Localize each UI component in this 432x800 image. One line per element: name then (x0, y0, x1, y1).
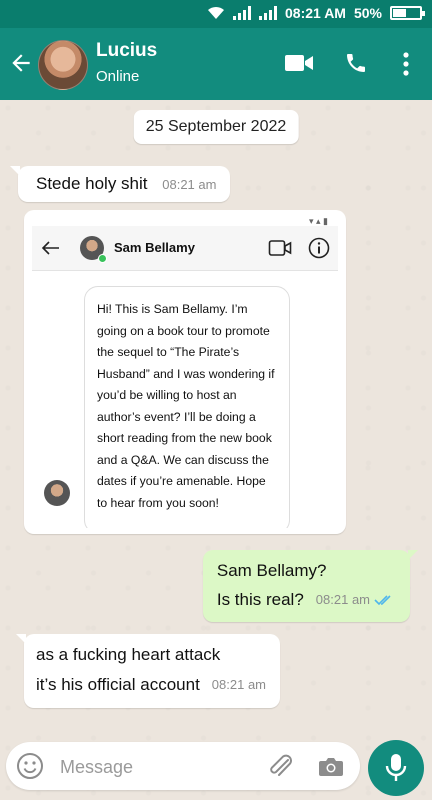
battery-percent: 50% (353, 5, 382, 21)
incoming-message[interactable]: Stede holy shit 08:21 am (9, 166, 231, 202)
screenshot-message: Hi! This is Sam Bellamy. I’m going on a … (84, 286, 290, 528)
chat-area[interactable]: 25 September 2022 Stede holy shit 08:21 … (0, 100, 432, 800)
camera-icon[interactable] (318, 756, 344, 778)
message-text: Stede holy shit (36, 174, 148, 193)
screenshot-contact-name: Sam Bellamy (114, 240, 195, 255)
screenshot-header: Sam Bellamy (32, 226, 338, 271)
signal-icon (233, 6, 252, 20)
message-time: 08:21 am (162, 177, 217, 192)
message-line: as a fucking heart attack (36, 645, 221, 664)
back-arrow-icon[interactable] (8, 50, 34, 76)
contact-status: Online (96, 68, 140, 85)
screenshot-video-icon (268, 240, 292, 256)
screenshot-back-arrow-icon (41, 241, 59, 255)
mic-icon (385, 754, 407, 781)
message-line: Is this real? (216, 590, 304, 609)
more-icon[interactable] (402, 52, 410, 76)
chat-header: Lucius Online (0, 28, 432, 100)
video-call-icon[interactable] (284, 52, 314, 74)
message-composer (6, 742, 360, 790)
message-time: 08:21 am (315, 592, 370, 607)
message-line: it’s his official account (36, 675, 200, 694)
message-time: 08:21 am (211, 677, 266, 692)
phone-icon[interactable] (344, 50, 368, 76)
signal-icon-2 (259, 6, 278, 20)
wifi-icon (208, 6, 225, 19)
message-line: Sam Bellamy? (216, 561, 327, 580)
image-message[interactable]: ▾ ▴ ▮ Sam Bellamy Hi! This is Sam Bellam… (24, 210, 346, 534)
attach-icon[interactable] (266, 754, 296, 780)
mic-button[interactable] (368, 740, 424, 796)
screenshot-sender-avatar (44, 480, 70, 506)
screenshot-info-icon (308, 237, 330, 259)
message-input[interactable] (58, 752, 252, 782)
contact-avatar[interactable] (38, 40, 88, 90)
date-chip: 25 September 2022 (133, 110, 299, 144)
incoming-message[interactable]: as a fucking heart attack it’s his offic… (16, 634, 280, 708)
status-bar: 08:21 AM 50% (0, 0, 432, 28)
emoji-icon[interactable] (16, 752, 44, 780)
online-dot-icon (98, 254, 107, 263)
battery-icon (390, 6, 425, 20)
double-check-icon (374, 594, 391, 605)
contact-name[interactable]: Lucius (96, 40, 157, 62)
shared-screenshot[interactable]: ▾ ▴ ▮ Sam Bellamy Hi! This is Sam Bellam… (32, 216, 338, 528)
outgoing-message[interactable]: Sam Bellamy? Is this real? 08:21 am (202, 550, 419, 622)
clock: 08:21 AM (285, 5, 346, 21)
